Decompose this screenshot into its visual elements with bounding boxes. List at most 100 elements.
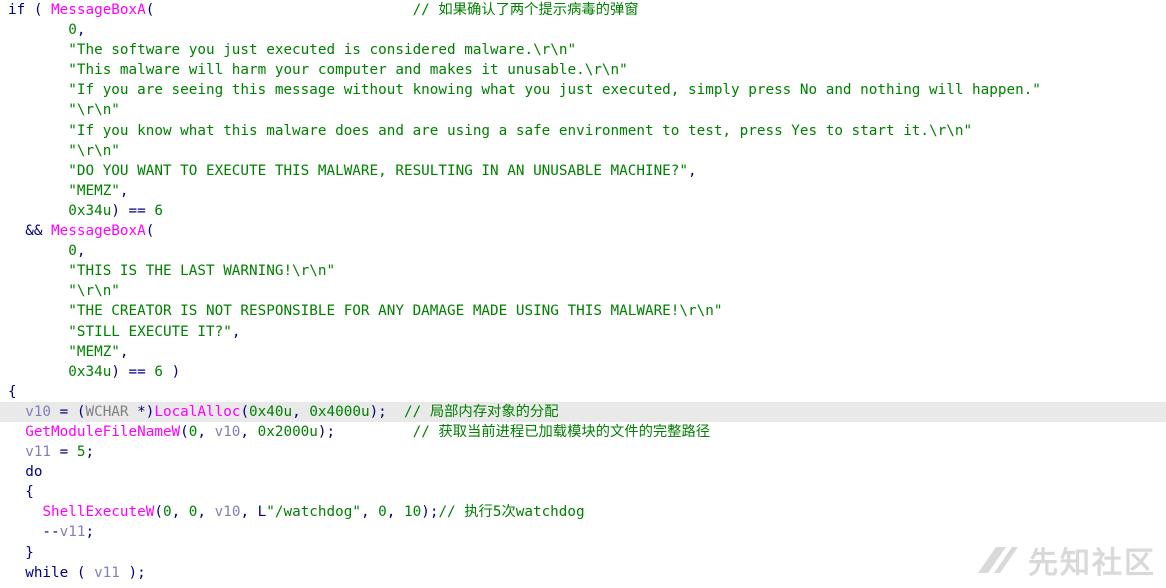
- code-token-kw: if (: [8, 2, 52, 18]
- code-line[interactable]: if ( MessageBoxA( // 如果确认了两个提示病毒的弹窗: [0, 0, 1166, 20]
- code-token-func: LocalAlloc: [154, 403, 241, 420]
- code-line[interactable]: 0,: [0, 241, 1166, 261]
- code-token-punct: (: [240, 403, 250, 420]
- code-token-var: v10: [214, 423, 241, 440]
- code-token-kw: while (: [8, 564, 95, 581]
- code-line[interactable]: "MEMZ",: [0, 181, 1166, 201]
- code-token-func: MessageBoxA: [51, 223, 146, 240]
- code-token-str: "STILL EXECUTE IT?": [68, 323, 232, 340]
- code-token-punct: , L: [240, 504, 267, 521]
- code-token-punct: ,: [292, 403, 310, 420]
- code-token-num: 10: [404, 504, 422, 521]
- code-token-str: "MEMZ": [68, 182, 120, 199]
- code-token-func: MessageBoxA: [51, 2, 146, 18]
- code-token-punct: ,: [119, 343, 129, 360]
- code-line[interactable]: 0x34u) == 6 ): [0, 362, 1166, 382]
- code-line[interactable]: "If you know what this malware does and …: [0, 121, 1166, 141]
- code-line[interactable]: && MessageBoxA(: [0, 221, 1166, 241]
- code-token-str: "\r\n": [68, 283, 120, 300]
- code-token-punct: ,: [386, 504, 404, 521]
- code-line[interactable]: GetModuleFileNameW(0, v10, 0x2000u); // …: [0, 422, 1166, 442]
- code-token-str: "The software you just executed is consi…: [68, 42, 577, 59]
- code-token-var: v10: [25, 403, 52, 420]
- code-line[interactable]: "MEMZ",: [0, 342, 1166, 362]
- code-token-num: 0x34u: [68, 363, 112, 380]
- code-line[interactable]: "\r\n": [0, 100, 1166, 120]
- code-token-func: ShellExecuteW: [42, 504, 155, 521]
- code-token-comment: // 局部内存对象的分配: [404, 403, 559, 420]
- code-token-str: "\r\n": [68, 102, 120, 119]
- code-token-num: 6: [154, 363, 163, 380]
- code-line[interactable]: "\r\n": [0, 281, 1166, 301]
- code-line[interactable]: v11 = 5;: [0, 442, 1166, 462]
- code-line[interactable]: "\r\n": [0, 141, 1166, 161]
- code-token-punct: ,: [360, 504, 379, 521]
- code-token-var: v10: [214, 504, 241, 521]
- code-line[interactable]: "The software you just executed is consi…: [0, 40, 1166, 60]
- code-token-punct: {: [8, 484, 34, 501]
- code-token-num: 0: [378, 504, 387, 521]
- code-line[interactable]: while ( v11 );: [0, 563, 1166, 583]
- code-token-num: 0x2000u: [257, 423, 318, 440]
- code-line[interactable]: ShellExecuteW(0, 0, v10, L"/watchdog", 0…: [0, 502, 1166, 522]
- code-line[interactable]: {: [0, 382, 1166, 402]
- code-token-punct: (: [154, 504, 163, 521]
- code-line[interactable]: 0x34u) == 6: [0, 201, 1166, 221]
- code-token-punct: = (: [51, 403, 86, 420]
- code-line[interactable]: "This malware will harm your computer an…: [0, 60, 1166, 80]
- code-token-punct: ) ==: [111, 363, 155, 380]
- code-token-num: 0: [162, 504, 172, 521]
- code-token-num: 0: [68, 243, 77, 260]
- code-token-punct: ): [162, 363, 181, 380]
- code-line[interactable]: "If you are seeing this message without …: [0, 80, 1166, 100]
- code-token-punct: ,: [76, 22, 86, 39]
- pseudocode-view[interactable]: if ( MessageBoxA( // 如果确认了两个提示病毒的弹窗 0, "…: [0, 0, 1166, 588]
- code-line[interactable]: }: [0, 543, 1166, 563]
- code-token-var: v11: [94, 564, 120, 581]
- code-token-str: "If you know what this malware does and …: [68, 122, 973, 139]
- code-line[interactable]: {: [0, 482, 1166, 502]
- code-line[interactable]: "DO YOU WANT TO EXECUTE THIS MALWARE, RE…: [0, 161, 1166, 181]
- code-token-comment: // 执行5次watchdog: [438, 504, 585, 521]
- code-line[interactable]: --v11;: [0, 522, 1166, 542]
- code-line[interactable]: "THIS IS THE LAST WARNING!\r\n": [0, 261, 1166, 281]
- code-token-str: "If you are seeing this message without …: [68, 82, 1041, 99]
- code-token-str: "THE CREATOR IS NOT RESPONSIBLE FOR ANY …: [68, 303, 723, 320]
- code-token-comment: // 如果确认了两个提示病毒的弹窗: [412, 2, 639, 18]
- code-token-num: 0x40u: [249, 403, 293, 420]
- code-line[interactable]: 0,: [0, 20, 1166, 40]
- code-token-punct: ,: [171, 504, 189, 521]
- code-token-type: WCHAR: [85, 403, 129, 420]
- code-line[interactable]: "STILL EXECUTE IT?",: [0, 322, 1166, 342]
- code-token-num: 0x4000u: [309, 403, 370, 420]
- code-token-punct: );: [317, 423, 413, 440]
- code-token-punct: ,: [119, 182, 129, 199]
- code-line[interactable]: do: [0, 462, 1166, 482]
- code-line[interactable]: v10 = (WCHAR *)LocalAlloc(0x40u, 0x4000u…: [0, 401, 1166, 422]
- code-token-punct: ,: [240, 423, 258, 440]
- code-token-punct: --: [8, 524, 60, 541]
- code-token-punct: );: [421, 504, 439, 521]
- code-token-str: "/watchdog": [266, 504, 361, 521]
- code-token-punct: *): [128, 403, 155, 420]
- code-token-punct: }: [8, 544, 34, 561]
- code-line[interactable]: "THE CREATOR IS NOT RESPONSIBLE FOR ANY …: [0, 301, 1166, 321]
- code-token-str: "\r\n": [68, 142, 120, 159]
- code-token-var: v11: [25, 444, 52, 461]
- code-token-punct: );: [119, 564, 146, 581]
